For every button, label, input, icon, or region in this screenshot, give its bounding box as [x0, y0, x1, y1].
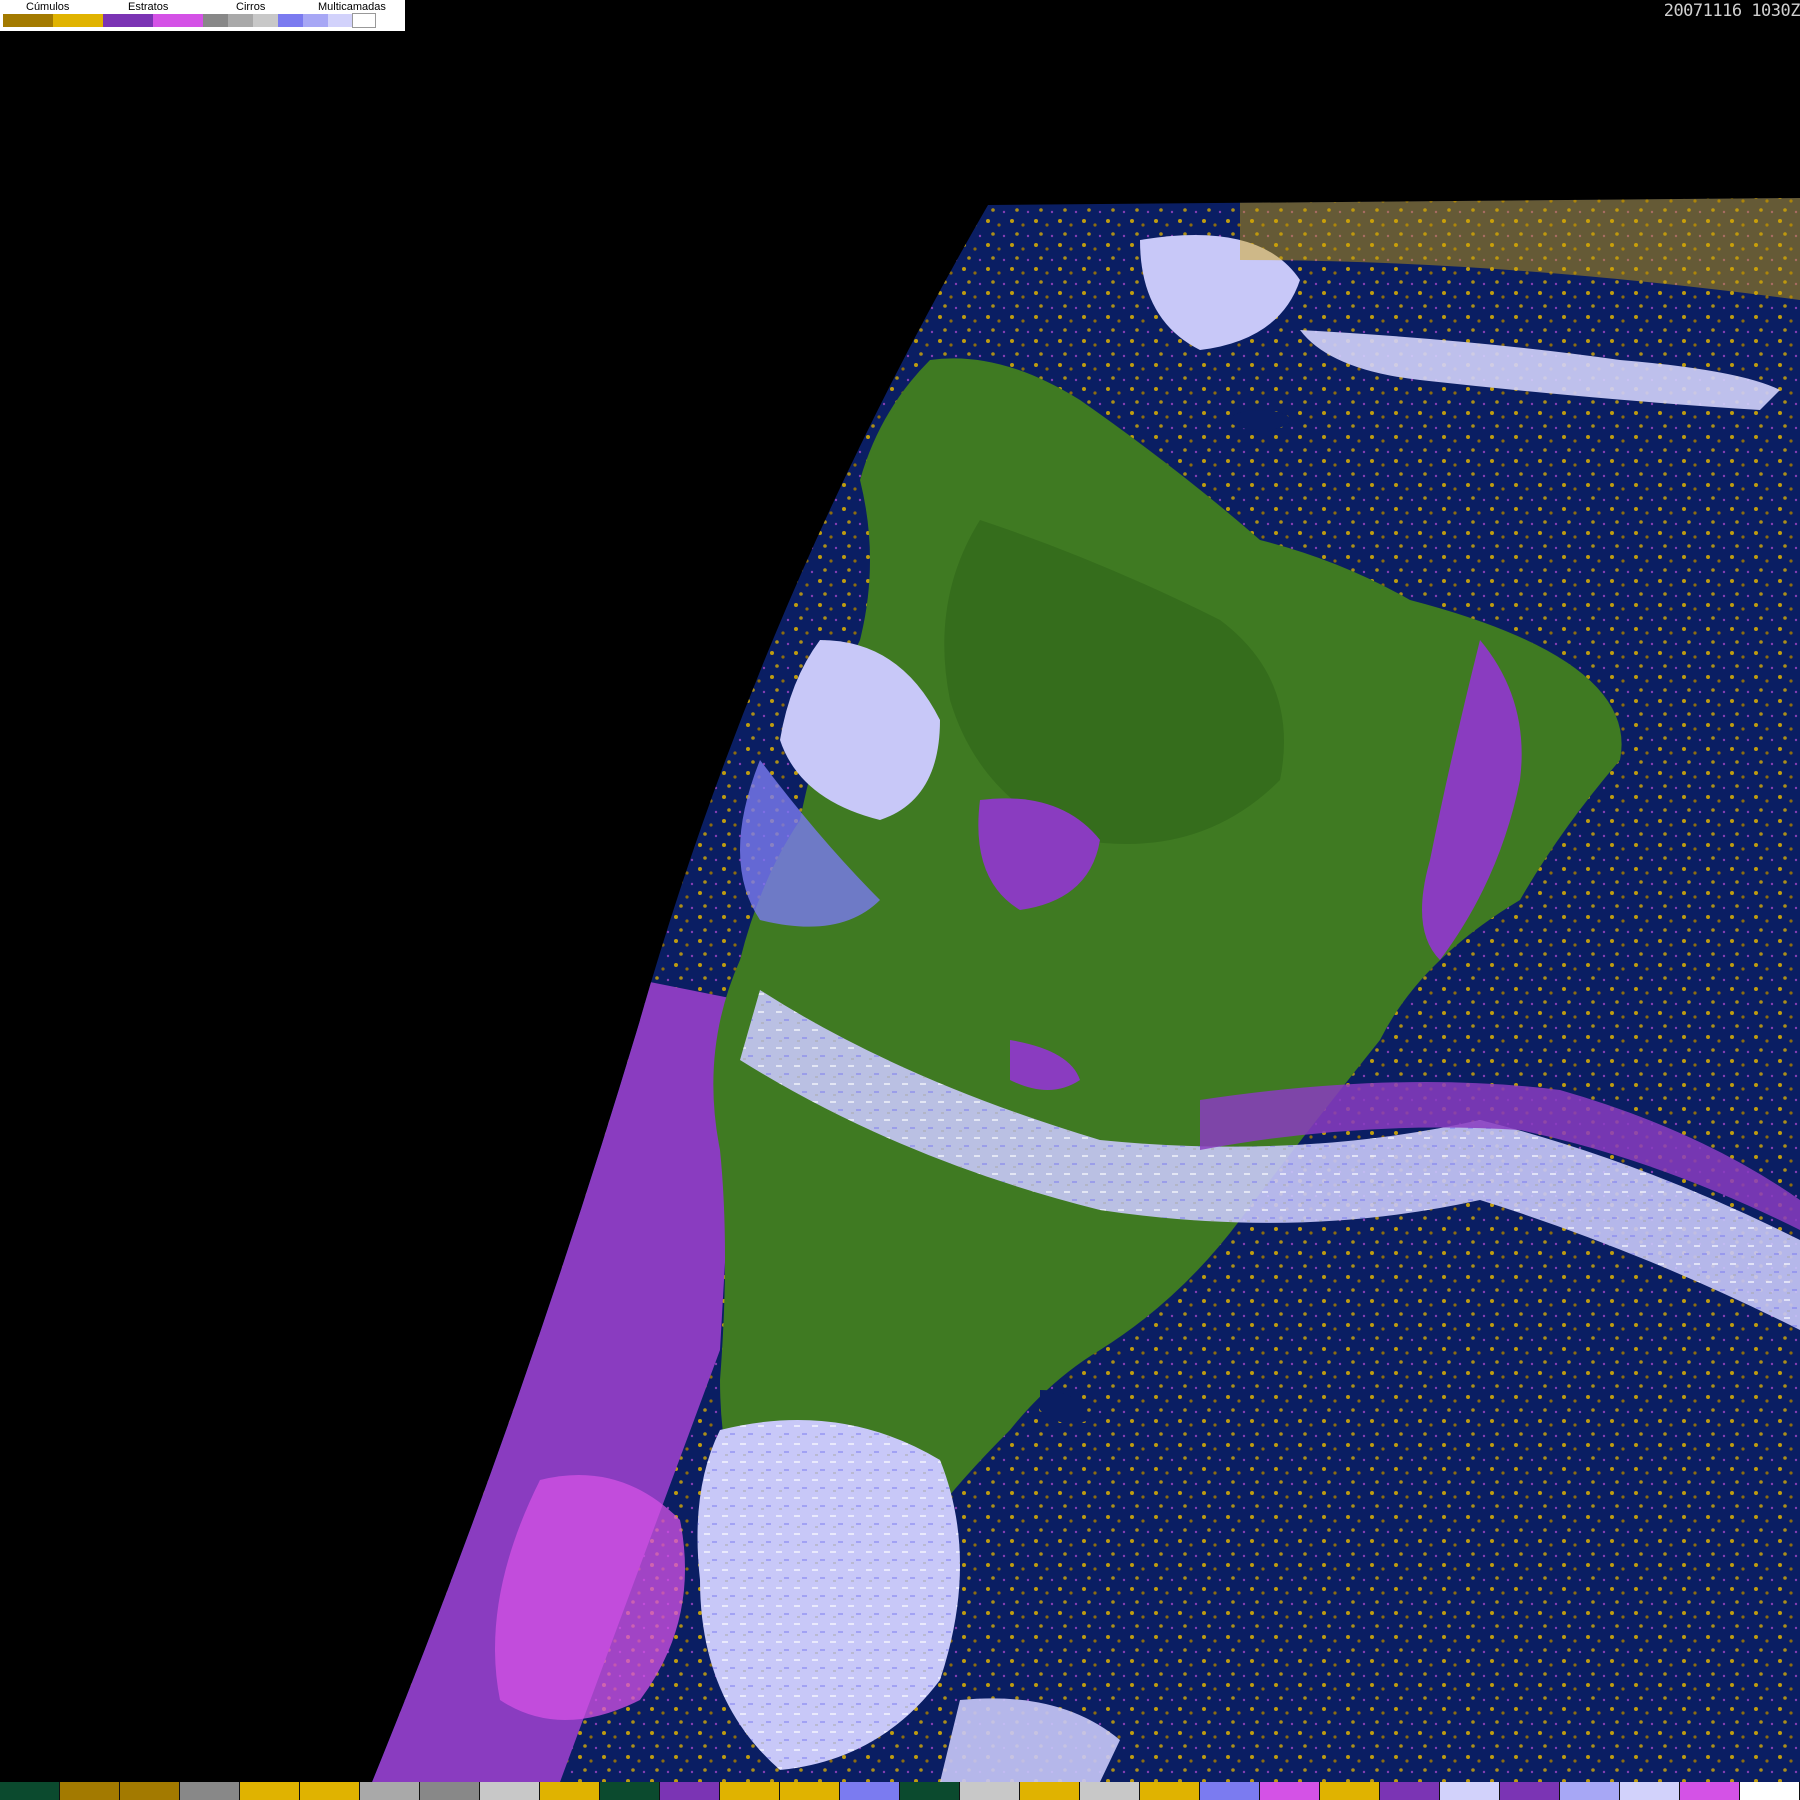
bottom-bar-cell [660, 1782, 720, 1800]
bottom-bar-cell [1740, 1782, 1800, 1800]
bottom-bar-cell [720, 1782, 780, 1800]
legend-swatch [103, 14, 153, 27]
legend-swatch [228, 14, 253, 27]
bottom-bar-cell [0, 1782, 60, 1800]
image-timestamp: 20071116 1030Z [1663, 1, 1800, 21]
legend-label: Multicamadas [318, 1, 386, 13]
bottom-bar-cell [840, 1782, 900, 1800]
bottom-bar-cell [1080, 1782, 1140, 1800]
bottom-bar-cell [960, 1782, 1020, 1800]
legend-swatch [303, 14, 328, 27]
bottom-bar-cell [60, 1782, 120, 1800]
bottom-bar-cell [1440, 1782, 1500, 1800]
bottom-bar-cell [780, 1782, 840, 1800]
bottom-bar-cell [120, 1782, 180, 1800]
bottom-bar-cell [900, 1782, 960, 1800]
legend-swatch [278, 14, 303, 27]
bottom-color-bar [0, 1782, 1800, 1800]
bottom-bar-cell [1560, 1782, 1620, 1800]
legend-swatch [153, 14, 203, 27]
bottom-bar-cell [1140, 1782, 1200, 1800]
bottom-bar-cell [1020, 1782, 1080, 1800]
cloud-type-legend: Cúmulos Estratos Cirros Multicamadas [0, 0, 405, 31]
bottom-bar-cell [540, 1782, 600, 1800]
bottom-bar-cell [1620, 1782, 1680, 1800]
satellite-cloud-classification-map [372, 198, 1800, 1782]
bottom-bar-cell [600, 1782, 660, 1800]
legend-label: Estratos [128, 1, 169, 13]
bottom-bar-cell [420, 1782, 480, 1800]
bottom-bar-cell [1500, 1782, 1560, 1800]
legend-label: Cirros [236, 1, 266, 13]
legend-swatch [253, 14, 278, 27]
legend-swatch [53, 14, 103, 27]
bottom-bar-cell [1380, 1782, 1440, 1800]
bottom-bar-cell [180, 1782, 240, 1800]
legend-swatch [203, 14, 228, 27]
bottom-bar-cell [300, 1782, 360, 1800]
bottom-bar-cell [1260, 1782, 1320, 1800]
legend-swatch [3, 14, 53, 27]
bottom-bar-cell [240, 1782, 300, 1800]
bottom-bar-cell [1680, 1782, 1740, 1800]
bottom-bar-cell [1320, 1782, 1380, 1800]
legend-swatch [328, 14, 353, 27]
legend-swatch [352, 13, 376, 28]
legend-label: Cúmulos [26, 1, 70, 13]
bottom-bar-cell [1200, 1782, 1260, 1800]
bottom-bar-cell [360, 1782, 420, 1800]
amazon-river-mouth [1230, 410, 1290, 430]
bottom-bar-cell [480, 1782, 540, 1800]
